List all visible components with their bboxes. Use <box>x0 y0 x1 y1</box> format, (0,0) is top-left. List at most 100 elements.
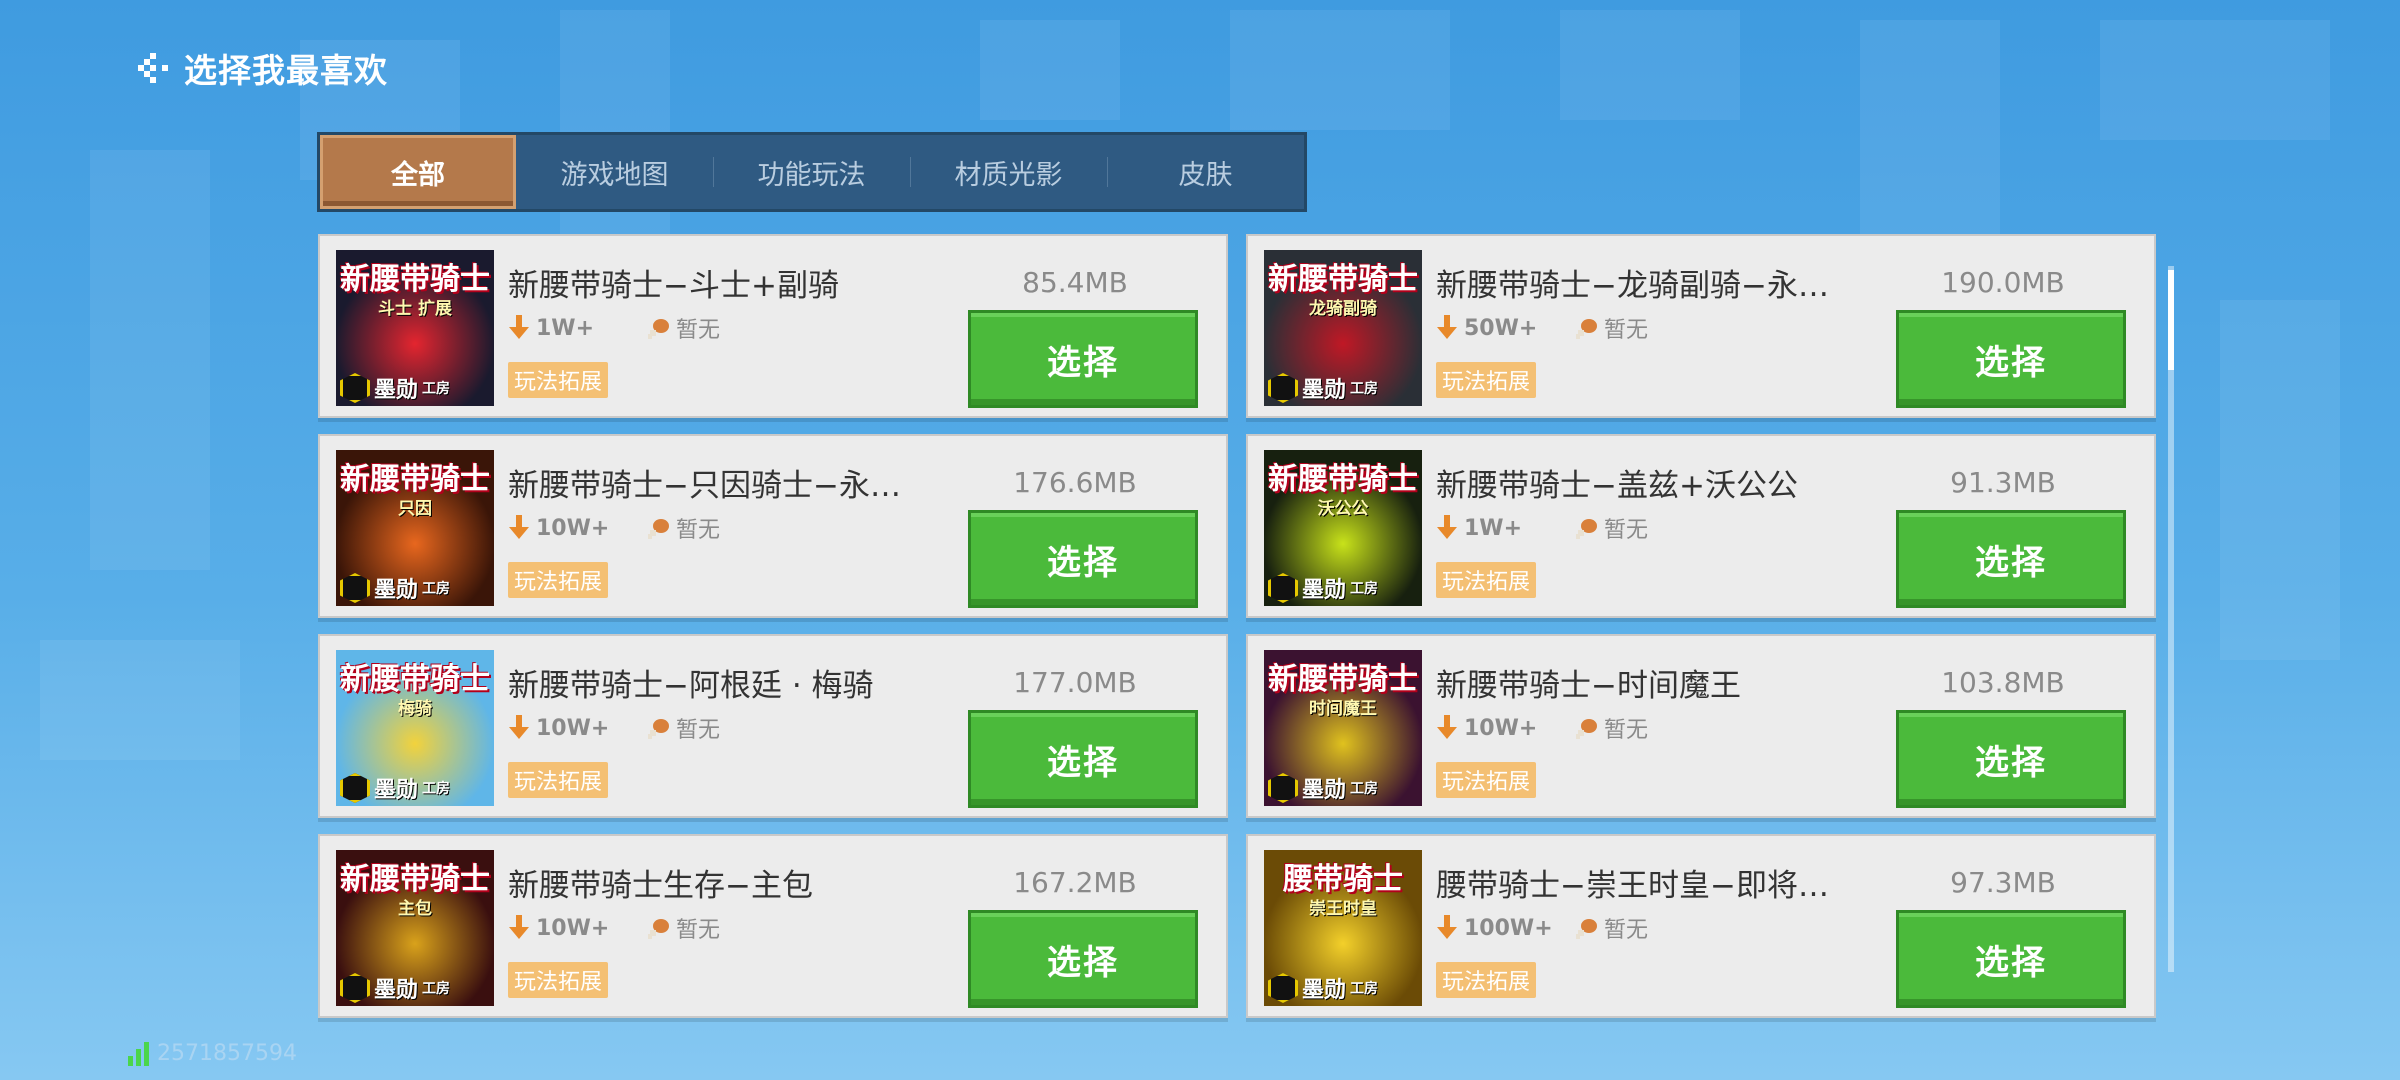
thumbnail-subtitle: 崇王时皇 <box>1309 899 1377 919</box>
drumstick-icon <box>1576 519 1597 539</box>
drumstick-icon <box>1576 319 1597 339</box>
resource-meta: 10W+ 暂无 <box>508 712 720 744</box>
drumstick-icon <box>648 319 669 339</box>
resource-thumbnail[interactable]: 新腰带骑士 梅骑 墨勋 工房 <box>336 650 494 806</box>
resource-name: 新腰带骑士−阿根廷 · 梅骑 <box>508 668 874 704</box>
download-arrow-icon <box>509 715 529 739</box>
signal-bars-icon <box>128 1040 149 1066</box>
file-size: 167.2MB <box>1013 866 1137 899</box>
resource-card: 新腰带骑士 时间魔王 墨勋 工房 新腰带骑士−时间魔王 10W+ 暂无 玩法拓展 … <box>1246 634 2156 818</box>
rating: 暂无 <box>1574 712 1648 744</box>
resource-card: 新腰带骑士 梅骑 墨勋 工房 新腰带骑士−阿根廷 · 梅骑 10W+ 暂无 玩法拓… <box>318 634 1228 818</box>
thumbnail-subtitle: 时间魔王 <box>1309 699 1377 719</box>
download-arrow-icon <box>1437 915 1457 939</box>
file-size: 176.6MB <box>1013 466 1137 499</box>
download-arrow-icon <box>1437 515 1457 539</box>
drumstick-icon <box>648 519 669 539</box>
download-count: 1W+ <box>1436 515 1574 541</box>
rating: 暂无 <box>1574 512 1648 544</box>
tab-skins[interactable]: 皮肤 <box>1107 135 1304 209</box>
category-tag: 玩法拓展 <box>508 962 609 998</box>
category-tag: 玩法拓展 <box>508 362 609 398</box>
file-size: 85.4MB <box>1022 266 1128 299</box>
tab-gameplay[interactable]: 功能玩法 <box>713 135 910 209</box>
thumbnail-subtitle: 斗士 扩展 <box>378 299 452 319</box>
page-title: 选择我最喜欢 <box>184 51 388 90</box>
drumstick-icon <box>1576 719 1597 739</box>
select-button[interactable]: 选择 <box>968 310 1198 408</box>
resource-name: 腰带骑士−崇王时皇−即将… <box>1436 868 1829 904</box>
rating: 暂无 <box>1574 912 1648 944</box>
select-button[interactable]: 选择 <box>1896 310 2126 408</box>
download-count: 100W+ <box>1436 915 1574 941</box>
resource-thumbnail[interactable]: 新腰带骑士 时间魔王 墨勋 工房 <box>1264 650 1422 806</box>
resource-thumbnail[interactable]: 新腰带骑士 主包 墨勋 工房 <box>336 850 494 1006</box>
resource-card: 新腰带骑士 只因 墨勋 工房 新腰带骑士−只因骑士−永… 10W+ 暂无 玩法拓展… <box>318 434 1228 618</box>
category-tabs: 全部 游戏地图 功能玩法 材质光影 皮肤 <box>317 132 1307 212</box>
thumbnail-subtitle: 只因 <box>398 499 432 519</box>
category-tag: 玩法拓展 <box>1436 362 1537 398</box>
back-arrow-icon[interactable] <box>130 44 178 92</box>
header: 选择我最喜欢 <box>130 44 388 92</box>
rating: 暂无 <box>1574 312 1648 344</box>
scrollbar-thumb[interactable] <box>2168 270 2174 370</box>
list-scrollbar[interactable] <box>2168 266 2174 972</box>
user-id: 2571857594 <box>157 1041 297 1066</box>
studio-logo: 墨勋 工房 <box>1268 572 1378 604</box>
download-arrow-icon <box>509 915 529 939</box>
studio-logo: 墨勋 工房 <box>340 972 450 1004</box>
select-button[interactable]: 选择 <box>968 510 1198 608</box>
thumbnail-title: 新腰带骑士 <box>340 262 490 297</box>
select-button[interactable]: 选择 <box>1896 910 2126 1008</box>
tab-game-maps[interactable]: 游戏地图 <box>516 135 713 209</box>
thumbnail-title: 新腰带骑士 <box>1268 262 1418 297</box>
resource-thumbnail[interactable]: 新腰带骑士 龙骑副骑 墨勋 工房 <box>1264 250 1422 406</box>
studio-logo: 墨勋 工房 <box>1268 972 1378 1004</box>
resource-name: 新腰带骑士−时间魔王 <box>1436 668 1741 704</box>
category-tag: 玩法拓展 <box>508 562 609 598</box>
select-button[interactable]: 选择 <box>968 910 1198 1008</box>
studio-logo: 墨勋 工房 <box>1268 372 1378 404</box>
resource-thumbnail[interactable]: 新腰带骑士 沃公公 墨勋 工房 <box>1264 450 1422 606</box>
hexagon-logo-icon <box>1268 573 1298 603</box>
resource-name: 新腰带骑士−盖兹+沃公公 <box>1436 468 1798 504</box>
resource-meta: 100W+ 暂无 <box>1436 912 1648 944</box>
download-count: 50W+ <box>1436 315 1574 341</box>
resource-name: 新腰带骑士−斗士+副骑 <box>508 268 839 304</box>
select-button[interactable]: 选择 <box>968 710 1198 808</box>
studio-logo: 墨勋 工房 <box>1268 772 1378 804</box>
thumbnail-title: 腰带骑士 <box>1283 862 1403 897</box>
download-arrow-icon <box>509 515 529 539</box>
hexagon-logo-icon <box>1268 973 1298 1003</box>
tab-textures-shaders[interactable]: 材质光影 <box>910 135 1107 209</box>
resource-name: 新腰带骑士生存−主包 <box>508 868 813 904</box>
resource-thumbnail[interactable]: 新腰带骑士 斗士 扩展 墨勋 工房 <box>336 250 494 406</box>
file-size: 97.3MB <box>1950 866 2056 899</box>
thumbnail-subtitle: 梅骑 <box>398 699 432 719</box>
select-button[interactable]: 选择 <box>1896 510 2126 608</box>
tab-all[interactable]: 全部 <box>320 135 516 209</box>
resource-meta: 50W+ 暂无 <box>1436 312 1648 344</box>
hexagon-logo-icon <box>340 573 370 603</box>
download-arrow-icon <box>509 315 529 339</box>
hexagon-logo-icon <box>340 773 370 803</box>
resource-card: 新腰带骑士 主包 墨勋 工房 新腰带骑士生存−主包 10W+ 暂无 玩法拓展 16… <box>318 834 1228 1018</box>
thumbnail-title: 新腰带骑士 <box>340 662 490 697</box>
hexagon-logo-icon <box>340 973 370 1003</box>
download-arrow-icon <box>1437 715 1457 739</box>
file-size: 177.0MB <box>1013 666 1137 699</box>
hexagon-logo-icon <box>340 373 370 403</box>
category-tag: 玩法拓展 <box>1436 962 1537 998</box>
file-size: 91.3MB <box>1950 466 2056 499</box>
resource-thumbnail[interactable]: 腰带骑士 崇王时皇 墨勋 工房 <box>1264 850 1422 1006</box>
resource-meta: 10W+ 暂无 <box>1436 712 1648 744</box>
select-button[interactable]: 选择 <box>1896 710 2126 808</box>
resource-thumbnail[interactable]: 新腰带骑士 只因 墨勋 工房 <box>336 450 494 606</box>
thumbnail-subtitle: 主包 <box>398 899 432 919</box>
rating: 暂无 <box>646 712 720 744</box>
hexagon-logo-icon <box>1268 773 1298 803</box>
thumbnail-subtitle: 沃公公 <box>1317 499 1369 519</box>
hexagon-logo-icon <box>1268 373 1298 403</box>
resource-card: 新腰带骑士 龙骑副骑 墨勋 工房 新腰带骑士−龙骑副骑−永… 50W+ 暂无 玩法… <box>1246 234 2156 418</box>
footer: 2571857594 <box>128 1040 297 1066</box>
